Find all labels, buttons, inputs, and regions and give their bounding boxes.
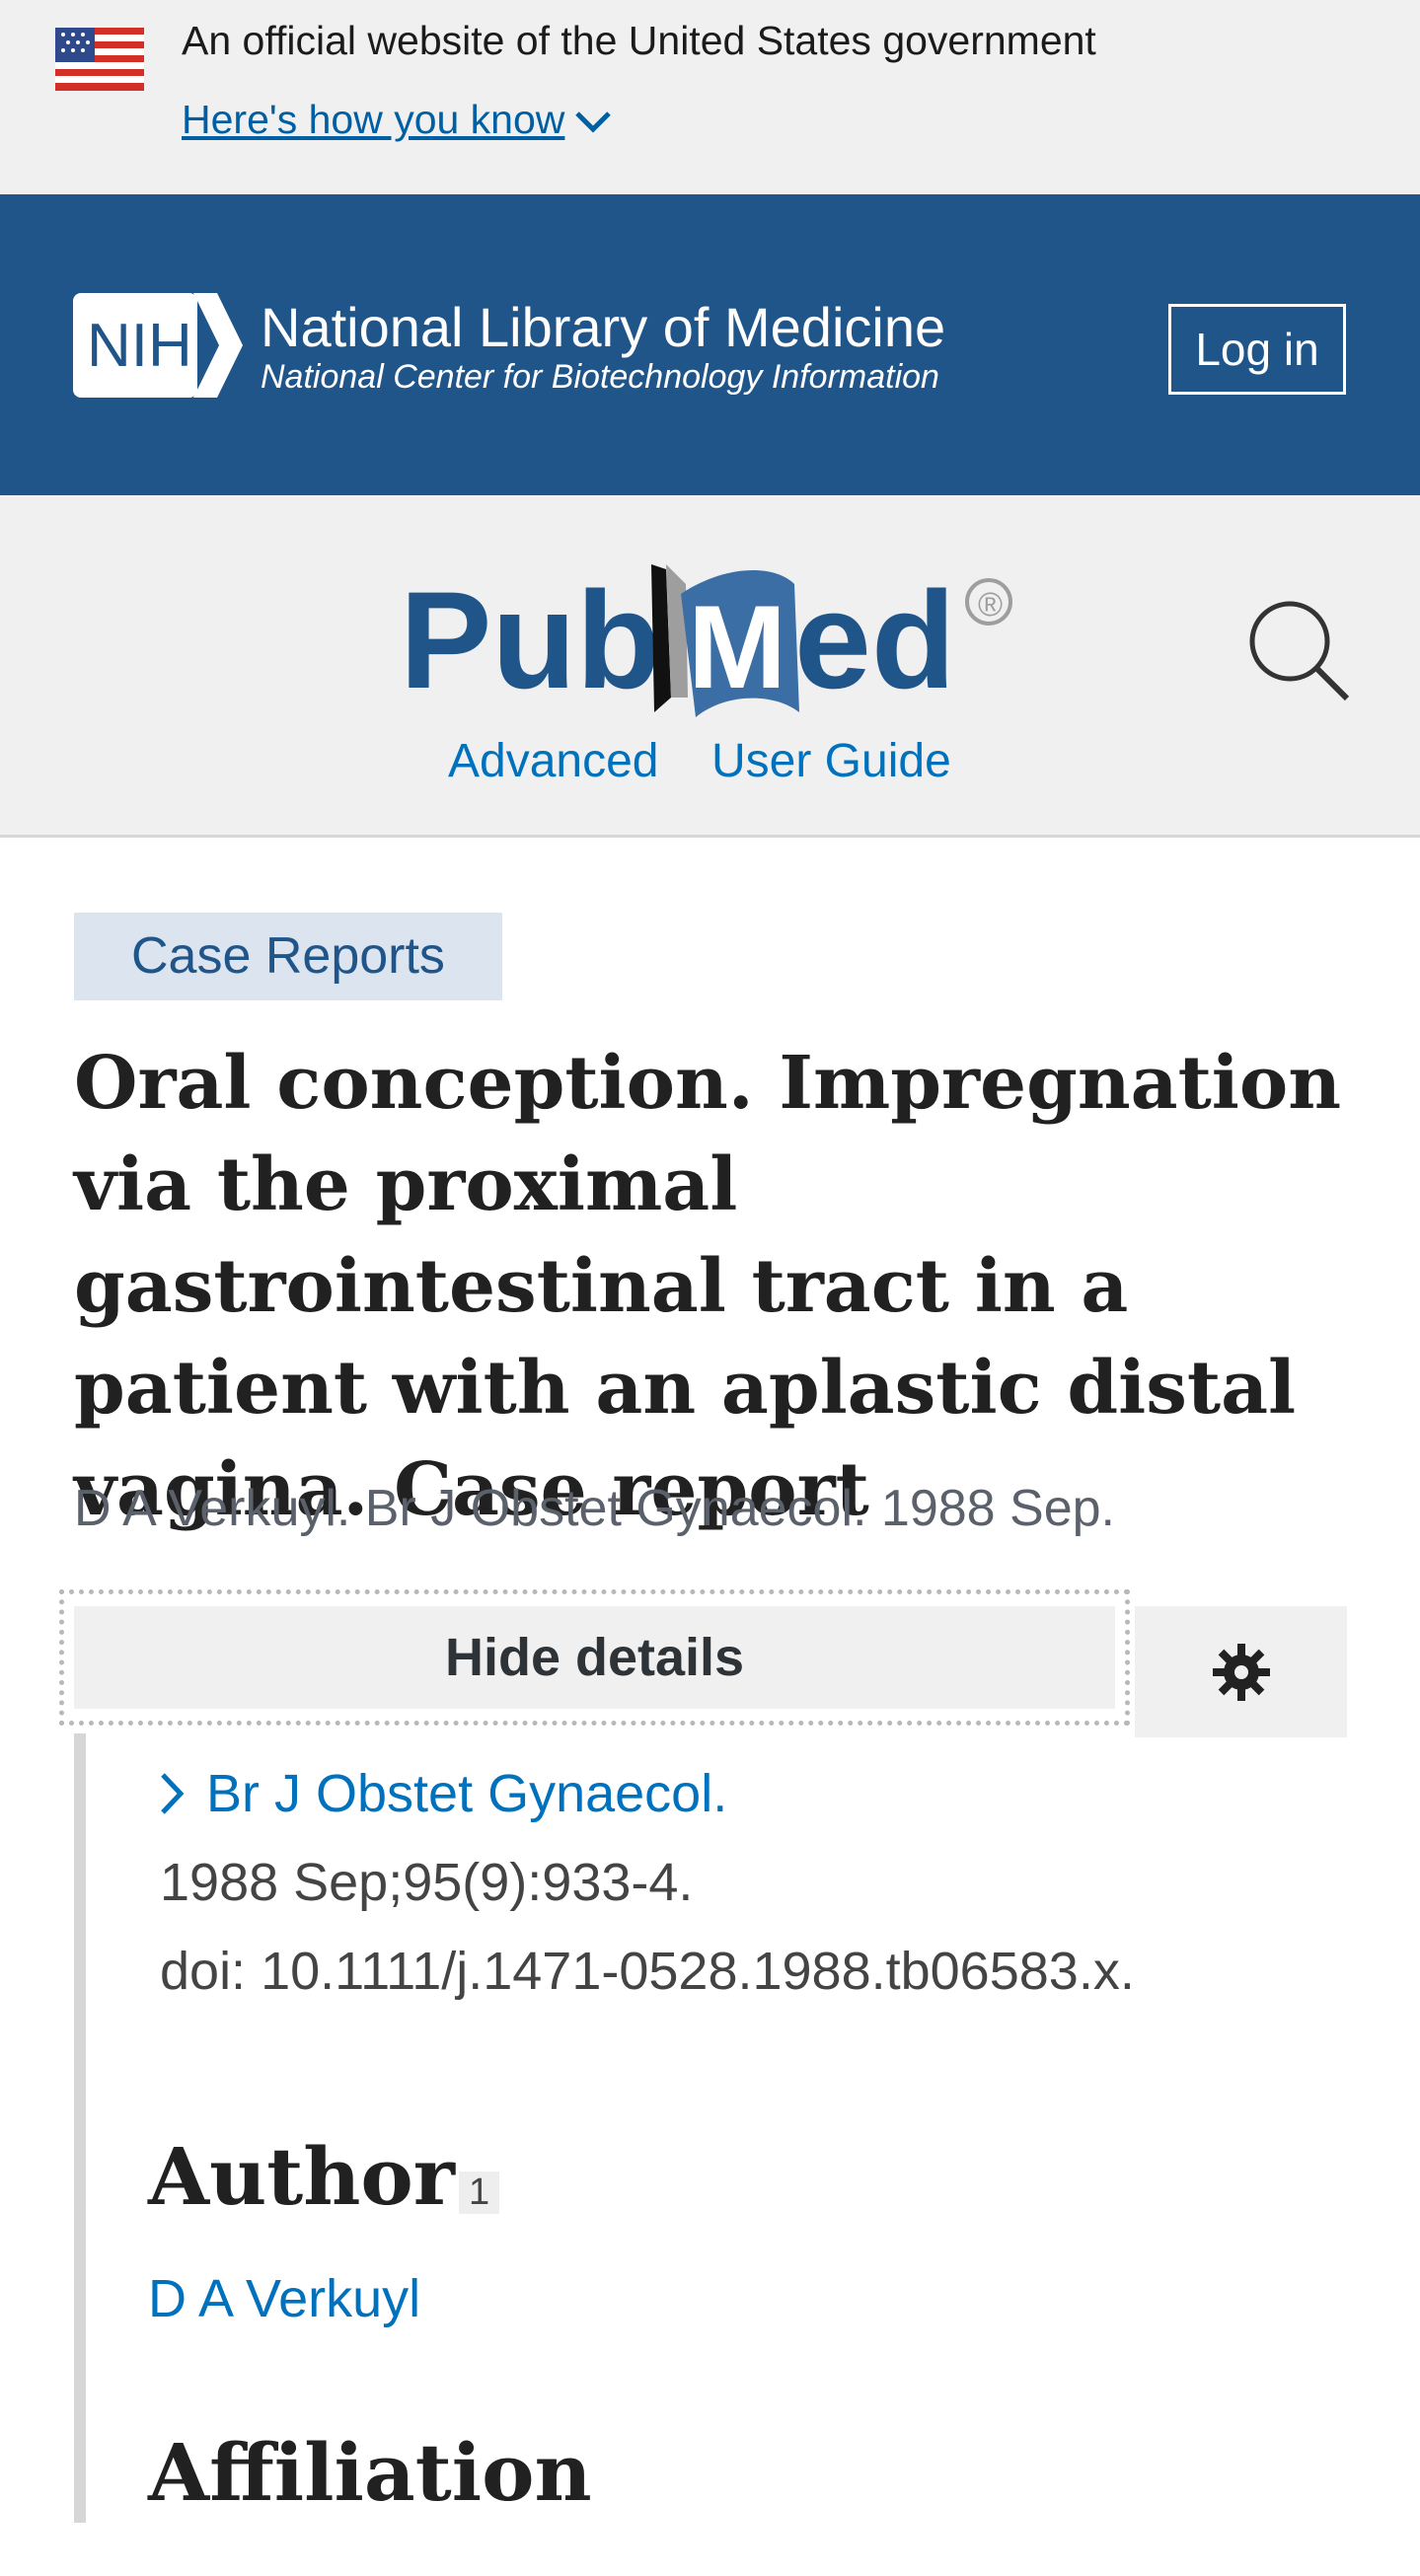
search-icon[interactable] <box>1242 594 1351 702</box>
affiliation-heading: Affiliation <box>148 2426 592 2519</box>
heres-how-you-know-link[interactable]: Here's how you know <box>182 97 614 143</box>
article-citation: D A Verkuyl. Br J Obstet Gynaecol. 1988 … <box>74 1480 1116 1537</box>
hide-details-button[interactable]: Hide details <box>59 1589 1130 1726</box>
article-details-panel: Br J Obstet Gynaecol. 1988 Sep;95(9):933… <box>74 1733 1359 2523</box>
chevron-down-icon <box>575 110 612 133</box>
nih-header: NIH National Library of Medicine Nationa… <box>0 194 1420 495</box>
journal-name: Br J Obstet Gynaecol. <box>206 1764 728 1823</box>
gov-banner-text: An official website of the United States… <box>182 18 1096 63</box>
login-button[interactable]: Log in <box>1168 304 1346 395</box>
nih-subtitle: National Center for Biotechnology Inform… <box>261 358 939 396</box>
heres-how-you-know-label: Here's how you know <box>182 97 565 142</box>
author-heading: Author <box>148 2130 455 2223</box>
article-doi: doi: 10.1111/j.1471-0528.1988.tb06583.x. <box>160 1942 1135 2001</box>
display-options-button[interactable] <box>1135 1606 1347 1737</box>
nih-logo-icon[interactable]: NIH <box>73 293 243 398</box>
publication-type-badge[interactable]: Case Reports <box>74 913 502 1000</box>
advanced-search-link[interactable]: Advanced <box>448 734 659 788</box>
us-flag-icon <box>55 28 144 91</box>
article-title: Oral conception. Impregnation via the pr… <box>74 1041 1342 1532</box>
registered-mark: ® <box>978 586 1003 624</box>
nih-title[interactable]: National Library of Medicine <box>261 295 945 359</box>
gear-icon <box>1212 1643 1270 1701</box>
article-volume: 1988 Sep;95(9):933-4. <box>160 1853 694 1912</box>
gov-banner: An official website of the United States… <box>0 0 1420 194</box>
details-row: Hide details <box>59 1589 1347 1737</box>
journal-link[interactable]: Br J Obstet Gynaecol. <box>157 1763 727 1824</box>
hide-details-label: Hide details <box>444 1628 745 1687</box>
author-affiliation-ref[interactable]: 1 <box>459 2171 500 2214</box>
chevron-right-icon <box>161 1773 185 1814</box>
nih-logo-text: NIH <box>87 312 192 380</box>
author-link[interactable]: D A Verkuyl <box>148 2268 420 2329</box>
svg-text:M: M <box>688 581 786 713</box>
pubmed-header: Pub M ed ® Advanced User Guide <box>0 495 1420 838</box>
user-guide-link[interactable]: User Guide <box>711 734 951 788</box>
pubmed-logo[interactable]: Pub M ed ® <box>400 525 1021 752</box>
svg-text:Pub: Pub <box>400 562 660 717</box>
svg-text:ed: ed <box>794 562 955 717</box>
